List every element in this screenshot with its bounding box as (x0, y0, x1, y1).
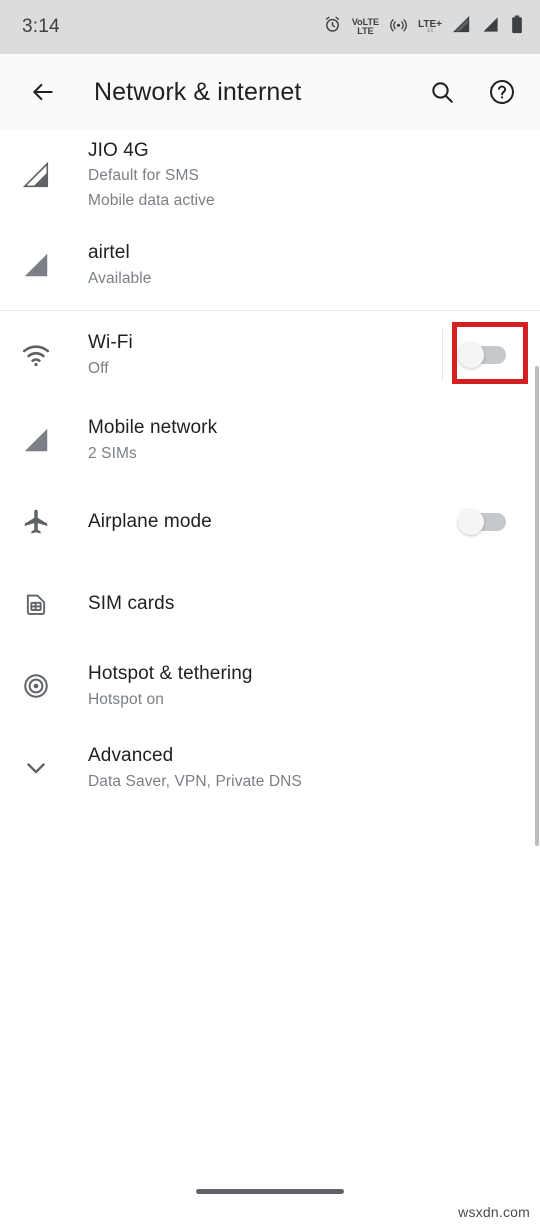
scrollbar-track[interactable] (535, 130, 540, 1185)
list-item-hotspot-tethering[interactable]: Hotspot & tethering Hotspot on (0, 645, 540, 727)
list-item-airplane-mode[interactable]: Airplane mode (0, 481, 540, 563)
signal-bars-icon (0, 160, 72, 190)
hotspot-status-icon (389, 15, 408, 39)
signal-sim2-icon (481, 15, 500, 39)
wifi-toggle[interactable] (458, 342, 506, 368)
app-bar-actions (424, 74, 520, 110)
settings-list: JIO 4G Default for SMS Mobile data activ… (0, 130, 540, 1230)
toggle-thumb (458, 342, 484, 368)
list-item-sim2[interactable]: airtel Available (0, 220, 540, 310)
airplane-toggle-container (444, 509, 520, 535)
list-item-text: JIO 4G Default for SMS Mobile data activ… (72, 138, 520, 213)
list-item-title: Mobile network (88, 416, 218, 438)
airplane-mode-toggle[interactable] (458, 509, 506, 535)
toggle-thumb (458, 509, 484, 535)
list-item-subtitle-1: Default for SMS (88, 167, 199, 185)
list-item-title: Hotspot & tethering (88, 662, 253, 684)
volte-icon: VoLTE LTE (351, 17, 380, 36)
list-item-subtitle: Hotspot on (88, 690, 164, 708)
chevron-down-icon (0, 754, 72, 782)
phone-screen: 3:14 VoLTE LTE LTE+ 1x Network & interne… (0, 0, 540, 1230)
signal-bars-icon (0, 425, 72, 455)
list-item-title: SIM cards (88, 593, 175, 615)
list-item-text: SIM cards (72, 591, 520, 617)
list-item-advanced[interactable]: Advanced Data Saver, VPN, Private DNS (0, 727, 540, 809)
wifi-toggle-container (444, 342, 520, 368)
app-bar: Network & internet (0, 54, 540, 130)
airplane-icon (0, 507, 72, 537)
system-navigation-bar (0, 1170, 540, 1230)
list-item-title: airtel (88, 241, 130, 263)
list-item-text: Advanced Data Saver, VPN, Private DNS (72, 743, 520, 793)
list-item-sim-cards[interactable]: SIM cards (0, 563, 540, 645)
status-bar: 3:14 VoLTE LTE LTE+ 1x (0, 0, 540, 54)
list-item-title: Advanced (88, 744, 174, 766)
scrollbar-thumb[interactable] (535, 366, 539, 846)
list-item-text: Hotspot & tethering Hotspot on (72, 661, 520, 711)
search-icon (432, 82, 453, 103)
wifi-icon (0, 340, 72, 370)
gesture-home-pill[interactable] (196, 1188, 344, 1194)
signal-bars-icon (0, 250, 72, 280)
hotspot-icon (0, 671, 72, 701)
list-item-sim1[interactable]: JIO 4G Default for SMS Mobile data activ… (0, 130, 540, 220)
list-item-text: Airplane mode (72, 509, 444, 535)
list-item-subtitle-1: Available (88, 269, 152, 287)
list-item-title: Airplane mode (88, 511, 212, 533)
list-item-mobile-network[interactable]: Mobile network 2 SIMs (0, 399, 540, 481)
back-arrow-icon (33, 83, 53, 101)
status-icon-group: VoLTE LTE LTE+ 1x (323, 15, 524, 39)
sim-card-icon (0, 590, 72, 618)
watermark: wsxdn.com (458, 1204, 530, 1220)
list-item-subtitle: Data Saver, VPN, Private DNS (88, 772, 302, 790)
list-item-subtitle: Off (88, 359, 109, 377)
page-title: Network & internet (94, 77, 302, 106)
list-item-subtitle-2: Mobile data active (88, 191, 215, 209)
help-button[interactable] (484, 74, 520, 110)
back-button[interactable] (22, 71, 64, 113)
toggle-divider (442, 329, 443, 381)
list-item-text: airtel Available (72, 240, 520, 290)
list-item-title: JIO 4G (88, 139, 149, 161)
list-item-wifi[interactable]: Wi-Fi Off (0, 311, 540, 399)
battery-icon (510, 15, 524, 39)
lte-plus-icon: LTE+ 1x (418, 18, 442, 34)
list-item-title: Wi-Fi (88, 331, 133, 353)
list-item-subtitle: 2 SIMs (88, 444, 137, 462)
help-icon (490, 80, 514, 104)
search-button[interactable] (424, 74, 460, 110)
list-item-text: Mobile network 2 SIMs (72, 415, 520, 465)
status-time: 3:14 (22, 16, 60, 37)
alarm-icon (323, 15, 342, 39)
signal-sim1-icon (452, 15, 471, 39)
list-item-text: Wi-Fi Off (72, 330, 444, 380)
